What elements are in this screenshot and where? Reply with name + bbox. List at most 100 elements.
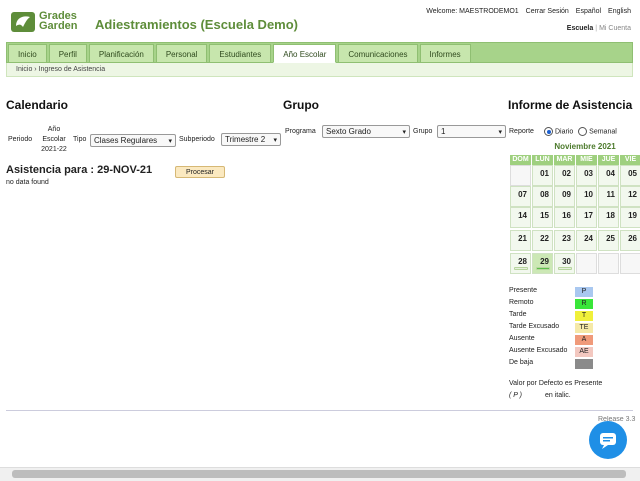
calendar-day[interactable]: 18 [598,207,619,228]
legend-label: Tarde Excusado [509,323,560,330]
tab-ano-escolar[interactable]: Año Escolar [273,44,337,63]
calendar-day[interactable]: 17 [576,207,597,228]
calendar-day[interactable]: 19 [620,207,640,228]
logo-line-2: Garden [39,20,78,32]
logout-link[interactable]: Cerrar Sesión [526,8,569,15]
grupo-title: Grupo [283,98,319,112]
calendar-day[interactable]: 04 [598,165,619,186]
calendar-day[interactable]: 23 [554,230,575,251]
calendario-title: Calendario [6,98,69,112]
account-link[interactable]: Mi Cuenta [599,25,631,32]
calendar-day[interactable]: 10 [576,186,597,207]
chevron-down-icon: ▾ [273,137,277,144]
calendar-day[interactable]: 07 [510,186,531,207]
tab-personal[interactable]: Personal [155,44,208,63]
calendar-day-number: 22 [540,234,549,243]
diario-label: Diario [554,128,574,136]
calendar-day[interactable]: 16 [554,207,575,228]
calendar-day-number: 10 [584,190,593,199]
subperiodo-select-value: Trimestre 2 [225,135,266,144]
chevron-down-icon: ▾ [498,129,502,136]
legend-label: De baja [509,359,534,366]
calendar-day-number: 21 [518,234,527,243]
calendar-day[interactable]: 02 [554,165,575,186]
breadcrumb-home[interactable]: Inicio [16,66,32,73]
calendar-dow-lun: LUN [532,155,553,165]
calendar-day-number: 29 [540,257,549,266]
calendar-day-number: 16 [562,211,571,220]
programa-label: Programa [285,128,316,135]
calendar-day[interactable]: 05 [620,165,640,186]
semanal-radio[interactable] [578,127,588,136]
calendar-dow-jue: JUE [598,155,619,165]
calendar-day[interactable]: 28 [510,253,531,274]
subperiodo-select[interactable]: Trimestre 2 ▾ [221,133,281,146]
calendar-day-number: 28 [518,257,527,266]
calendar-day[interactable]: 03 [576,165,597,186]
calendar-dow-dom: DOM [510,155,531,165]
attendance-bar [536,267,550,270]
calendar-day[interactable]: 30 [554,253,575,274]
calendar-dow-mar: MAR [554,155,575,165]
periodo-value-line1: Año [47,126,61,133]
calendar-day-number: 17 [584,211,593,220]
periodo-value: Año Escolar 2021-22 [37,125,71,155]
main-nav: Inicio Perfil Planificación Personal Est… [6,42,633,63]
calendar-day-number: 07 [518,190,527,199]
informe-title: Informe de Asistencia [508,98,633,112]
calendar-month: Noviembre 2021 [554,142,616,151]
legend-label: Ausente Excusado [509,347,568,354]
calendar-day[interactable]: 15 [532,207,553,228]
reporte-label: Reporte [509,128,534,135]
programa-select[interactable]: Sexto Grado ▾ [322,125,410,138]
calendar-day[interactable]: 01 [532,165,553,186]
calendar-day-number: 02 [562,169,571,178]
lang-english-link[interactable]: English [608,8,631,15]
tab-comunicaciones[interactable]: Comunicaciones [338,44,418,63]
lang-spanish-link[interactable]: Español [576,8,601,15]
calendar-day[interactable]: 24 [576,230,597,251]
calendar-day[interactable]: 14 [510,207,531,228]
school-link[interactable]: Escuela [567,25,593,32]
tab-planificacion[interactable]: Planificación [88,44,154,63]
attendance-bar [558,267,572,270]
chat-button[interactable] [589,421,627,459]
tab-estudiantes[interactable]: Estudiantes [209,44,272,63]
default-note-code: ( P ) [509,392,522,399]
calendar-day[interactable]: 08 [532,186,553,207]
tab-informes[interactable]: Informes [419,44,471,63]
calendar-day-number: 15 [540,211,549,220]
calendar-day-number: 01 [540,169,549,178]
calendar-day[interactable]: 12 [620,186,640,207]
tab-inicio[interactable]: Inicio [8,44,47,63]
calendar-day-empty [510,165,531,186]
school-title: Adiestramientos (Escuela Demo) [95,17,299,32]
calendar-day[interactable]: 26 [620,230,640,251]
tipo-select-value: Clases Regulares [94,136,158,145]
diario-radio[interactable] [544,127,553,136]
footer-divider [6,410,633,411]
attendance-bar [514,267,528,270]
grupo-select[interactable]: 1 ▾ [437,125,506,138]
calendar-day[interactable]: 21 [510,230,531,251]
periodo-value-line2: Escolar [42,136,66,143]
calendar-day-number: 30 [562,257,571,266]
calendar-day[interactable]: 22 [532,230,553,251]
calendar-day-number: 05 [628,169,637,178]
legend-swatch: TE [575,323,593,333]
calendar-day-empty [598,253,619,274]
legend-swatch: R [575,299,593,309]
procesar-button[interactable]: Procesar [175,166,225,178]
calendar-day-number: 25 [606,234,615,243]
calendar-day[interactable]: 25 [598,230,619,251]
calendar-day[interactable]: 09 [554,186,575,207]
tab-perfil[interactable]: Perfil [48,44,87,63]
reporte-options: Diario Semanal [544,127,617,136]
tipo-select[interactable]: Clases Regulares ▾ [90,134,176,147]
calendar-day-number: 24 [584,234,593,243]
welcome-text: Welcome: MAESTRODEMO1 [426,8,519,15]
horizontal-scrollbar-thumb[interactable] [12,470,626,478]
calendar-day[interactable]: 11 [598,186,619,207]
calendar-day[interactable]: 29 [532,253,553,274]
calendar-dow-mie: MIE [576,155,597,165]
